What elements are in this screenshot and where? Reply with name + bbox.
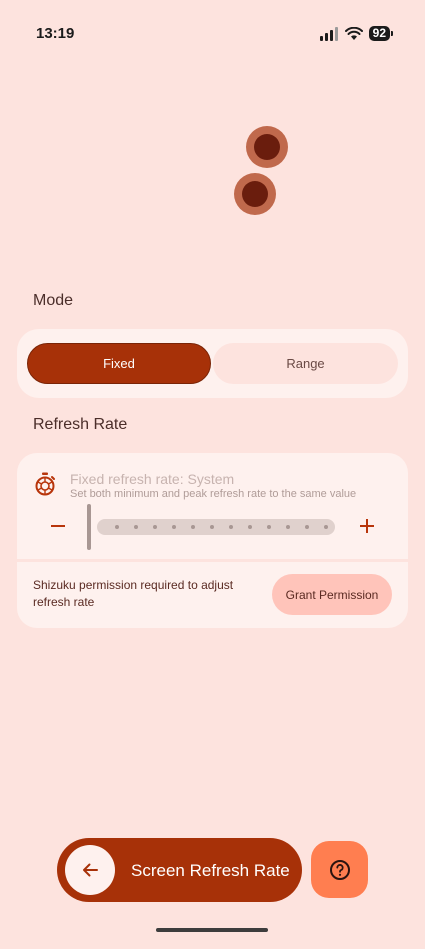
slider-tick xyxy=(210,525,214,529)
refresh-rate-card: Fixed refresh rate: System Set both mini… xyxy=(17,453,408,628)
bottom-bar: Screen Refresh Rate xyxy=(57,838,302,902)
fixed-refresh-rate-description: Set both minimum and peak refresh rate t… xyxy=(70,488,357,500)
slider-tick xyxy=(229,525,233,529)
status-bar: 13:19 92 xyxy=(0,0,425,66)
slider-tick xyxy=(267,525,271,529)
refresh-rate-control: Fixed refresh rate: System Set both mini… xyxy=(17,453,408,559)
screen-title: Screen Refresh Rate xyxy=(131,861,290,880)
divider xyxy=(17,559,408,562)
slider-tick xyxy=(172,525,176,529)
slider-handle[interactable] xyxy=(87,504,91,550)
status-time: 13:19 xyxy=(36,25,75,42)
slider-tick xyxy=(286,525,290,529)
slider-tick xyxy=(134,525,138,529)
refresh-rate-label: Refresh Rate xyxy=(33,416,128,433)
signal-icon xyxy=(319,26,338,41)
slider-tick xyxy=(115,525,119,529)
slider-tick xyxy=(153,525,157,529)
slider-tick xyxy=(191,525,195,529)
fixed-refresh-rate-title: Fixed refresh rate: System xyxy=(70,471,235,487)
permission-message: Shizuku permission required to adjust re… xyxy=(33,578,234,609)
help-button[interactable] xyxy=(311,841,368,898)
minus-icon[interactable] xyxy=(45,513,71,539)
arrow-left-icon xyxy=(83,863,98,877)
back-button[interactable] xyxy=(65,845,115,895)
grant-permission-button[interactable]: Grant Permission xyxy=(272,574,392,615)
slider-track[interactable] xyxy=(97,519,335,535)
mode-option-range[interactable]: Range xyxy=(213,343,398,384)
home-indicator[interactable] xyxy=(156,928,268,932)
slider-tick xyxy=(248,525,252,529)
mode-label: Mode xyxy=(33,292,74,309)
status-icons: 92 xyxy=(319,26,394,41)
battery-icon: 92 xyxy=(368,26,394,41)
refresh-rate-slider[interactable] xyxy=(87,504,337,550)
slider-tick xyxy=(324,525,328,529)
wifi-icon xyxy=(344,26,363,40)
question-circle-icon xyxy=(329,859,350,880)
mode-option-fixed[interactable]: Fixed xyxy=(27,343,211,384)
slider-tick xyxy=(305,525,309,529)
plus-icon[interactable] xyxy=(354,513,380,539)
timer-icon xyxy=(35,472,55,496)
mode-selector: Fixed Range xyxy=(17,329,408,398)
app-logo-icon xyxy=(234,126,288,215)
